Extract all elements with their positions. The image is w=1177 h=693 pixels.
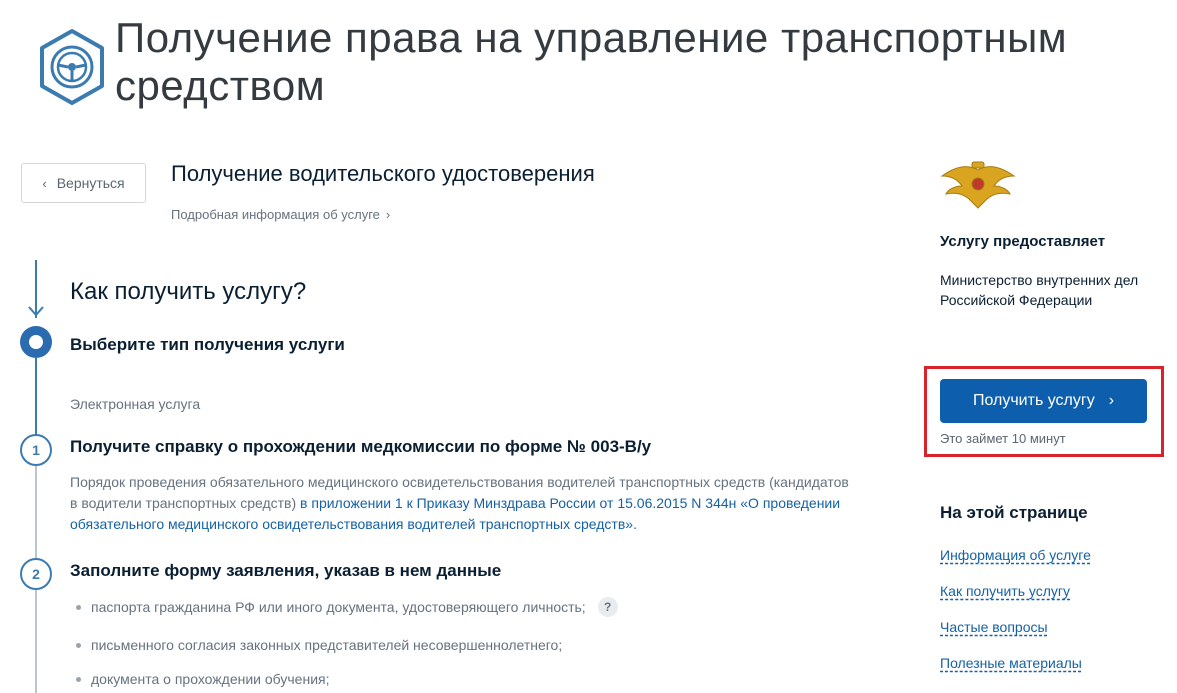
how-to-get-title: Как получить услугу? bbox=[70, 278, 307, 305]
anchor-link-faq[interactable]: Частые вопросы bbox=[940, 619, 1048, 635]
anchor-link-info[interactable]: Информация об услуге bbox=[940, 547, 1091, 563]
list-item: паспорта гражданина РФ или иного докумен… bbox=[76, 597, 618, 617]
list-item: письменного согласия законных представит… bbox=[76, 637, 562, 653]
list-item-text: письменного согласия законных представит… bbox=[91, 637, 563, 653]
step-1-title: Получите справку о прохождении медкомисс… bbox=[70, 437, 652, 456]
page-title: Получение права на управление транспортн… bbox=[115, 14, 1068, 109]
chevron-right-icon: › bbox=[1108, 392, 1115, 409]
back-button-label: Вернуться bbox=[56, 175, 125, 191]
service-type-option[interactable]: Электронная услуга bbox=[70, 396, 200, 412]
arrow-down-icon bbox=[26, 301, 46, 323]
timeline-line-middle bbox=[35, 358, 37, 436]
timeline-line-step1 bbox=[35, 466, 37, 559]
get-service-label: Получить услугу bbox=[972, 392, 1095, 409]
timeline-line-step2 bbox=[35, 590, 37, 693]
on-this-page-title: На этой странице bbox=[940, 503, 1088, 522]
steering-wheel-icon bbox=[38, 28, 106, 106]
service-details-label: Подробная информация об услуге bbox=[171, 207, 380, 222]
chevron-right-icon: › bbox=[385, 207, 391, 222]
help-icon[interactable]: ? bbox=[597, 597, 618, 617]
back-button[interactable]: ‹ Вернуться bbox=[21, 163, 146, 203]
provider-name: Министерство внутренних дел Российской Ф… bbox=[940, 272, 1139, 308]
service-details-link[interactable]: Подробная информация об услуге › bbox=[171, 207, 390, 222]
anchor-link-how[interactable]: Как получить услугу bbox=[940, 583, 1070, 599]
step-1-description: Порядок проведения обязательного медицин… bbox=[70, 472, 850, 535]
step-0-title: Выберите тип получения услуги bbox=[70, 335, 345, 354]
step-1-marker: 1 bbox=[20, 434, 52, 466]
chevron-left-icon: ‹ bbox=[42, 175, 47, 191]
provider-title: Услугу предоставляет bbox=[940, 233, 1106, 250]
current-step-marker bbox=[20, 326, 52, 358]
get-service-button[interactable]: Получить услугу › bbox=[940, 379, 1147, 423]
service-title: Получение водительского удостоверения bbox=[171, 161, 595, 186]
anchor-link-materials[interactable]: Полезные материалы bbox=[940, 655, 1082, 671]
list-item-text: паспорта гражданина РФ или иного докумен… bbox=[91, 599, 586, 615]
time-estimate: Это займет 10 минут bbox=[940, 431, 1066, 446]
list-item: документа о прохождении обучения; bbox=[76, 671, 329, 687]
double-headed-eagle-emblem bbox=[938, 160, 1018, 212]
step-2-marker: 2 bbox=[20, 558, 52, 590]
list-item-text: документа о прохождении обучения; bbox=[91, 671, 330, 687]
step-2-title: Заполните форму заявления, указав в нем … bbox=[70, 561, 502, 580]
